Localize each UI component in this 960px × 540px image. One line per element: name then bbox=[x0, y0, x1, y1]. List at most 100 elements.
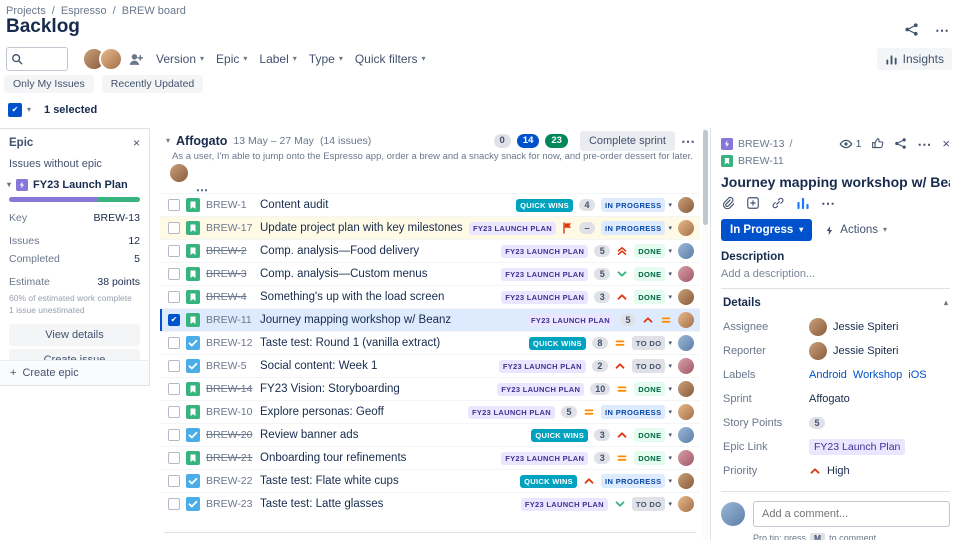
actions-dropdown[interactable]: Actions ▾ bbox=[824, 224, 887, 236]
avatar[interactable] bbox=[99, 47, 123, 71]
add-child-icon[interactable] bbox=[746, 196, 760, 210]
status-dropdown[interactable]: DONE ▾ bbox=[634, 382, 672, 396]
assignee-avatar[interactable] bbox=[678, 312, 694, 328]
issue-summary[interactable]: Comp. analysis—Food delivery bbox=[260, 245, 495, 257]
issue-key[interactable]: BREW-1 bbox=[206, 199, 254, 211]
issue-row[interactable]: BREW-14 FY23 Vision: Storyboarding FY23 LA… bbox=[160, 377, 700, 400]
issue-checkbox[interactable] bbox=[168, 314, 180, 326]
epic-badge[interactable]: FY23 LAUNCH PLAN bbox=[501, 290, 589, 304]
issue-row[interactable]: BREW-2 Comp. analysis—Food delivery FY23 L… bbox=[160, 239, 700, 262]
issue-checkbox[interactable] bbox=[168, 383, 180, 395]
sprint-more-icon[interactable]: ⋯ bbox=[681, 134, 696, 148]
epic-badge[interactable]: FY23 LAUNCH PLAN bbox=[501, 244, 589, 258]
issue-key[interactable]: BREW-2 bbox=[206, 245, 254, 257]
description-placeholder[interactable]: Add a description... bbox=[721, 268, 950, 280]
share-icon[interactable] bbox=[894, 137, 907, 150]
assignee-avatar[interactable] bbox=[678, 243, 694, 259]
version-filter[interactable]: Version ▾ bbox=[156, 52, 204, 66]
epic-link-chip[interactable]: FY23 Launch Plan bbox=[809, 439, 906, 455]
assignee-avatar[interactable] bbox=[678, 197, 694, 213]
type-filter[interactable]: Type ▾ bbox=[309, 52, 343, 66]
status-dropdown[interactable]: DONE ▾ bbox=[634, 267, 672, 281]
issue-key[interactable]: BREW-4 bbox=[206, 291, 254, 303]
epic-badge[interactable]: QUICK WINS bbox=[529, 336, 586, 350]
issue-row[interactable]: BREW-23 Taste test: Latte glasses FY23 LAU… bbox=[160, 492, 700, 515]
status-dropdown[interactable]: TO DO ▾ bbox=[631, 497, 672, 511]
epic-filter[interactable]: Epic ▾ bbox=[216, 52, 247, 66]
parent-epic-key[interactable]: BREW-13 bbox=[738, 138, 785, 150]
complete-sprint-button[interactable]: Complete sprint bbox=[579, 131, 675, 151]
issue-summary[interactable]: Comp. analysis—Custom menus bbox=[260, 268, 495, 280]
issue-key[interactable]: BREW-5 bbox=[206, 360, 254, 372]
assignee-avatar[interactable] bbox=[678, 404, 694, 420]
issue-row[interactable]: BREW-11 Journey mapping workshop w/ Beanz… bbox=[160, 308, 700, 331]
epic-badge[interactable]: FY23 LAUNCH PLAN bbox=[501, 267, 589, 281]
issue-summary[interactable]: Taste test: Flate white cups bbox=[260, 475, 514, 487]
issue-key[interactable]: BREW-14 bbox=[206, 383, 254, 395]
issue-checkbox[interactable] bbox=[168, 222, 180, 234]
issue-key[interactable]: BREW-12 bbox=[206, 337, 254, 349]
assignee-avatar[interactable] bbox=[678, 220, 694, 236]
issue-key[interactable]: BREW-20 bbox=[206, 429, 254, 441]
epic-item-fy23[interactable]: ▾ FY23 Launch Plan bbox=[0, 174, 149, 193]
issue-summary[interactable]: Social content: Week 1 bbox=[260, 360, 493, 372]
issue-row[interactable]: BREW-10 Explore personas: Geoff FY23 LAUNC… bbox=[160, 400, 700, 423]
recently-updated-chip[interactable]: Recently Updated bbox=[101, 75, 204, 93]
issue-row[interactable]: BREW-12 Taste test: Round 1 (vanilla extr… bbox=[160, 331, 700, 354]
issue-checkbox[interactable] bbox=[168, 452, 180, 464]
issue-checkbox[interactable] bbox=[168, 498, 180, 510]
issue-key[interactable]: BREW-21 bbox=[206, 452, 254, 464]
link-icon[interactable] bbox=[771, 196, 785, 210]
status-dropdown[interactable]: DONE ▾ bbox=[634, 290, 672, 304]
sprint-value[interactable]: Affogato bbox=[809, 393, 850, 405]
issue-checkbox[interactable] bbox=[168, 199, 180, 211]
only-my-issues-chip[interactable]: Only My Issues bbox=[4, 75, 94, 93]
priority-value[interactable]: High bbox=[809, 465, 850, 477]
breadcrumb-board[interactable]: BREW board bbox=[122, 5, 186, 17]
more-icon[interactable]: ⋯ bbox=[917, 137, 932, 151]
create-epic-button[interactable]: + Create epic bbox=[0, 360, 149, 385]
epic-badge[interactable]: QUICK WINS bbox=[531, 428, 589, 442]
reporter-value[interactable]: Jessie Spiteri bbox=[809, 342, 898, 360]
epic-badge[interactable]: FY23 LAUNCH PLAN bbox=[468, 405, 555, 419]
status-dropdown[interactable]: IN PROGRESS ▾ bbox=[600, 198, 672, 212]
select-all-checkbox[interactable] bbox=[8, 103, 22, 117]
issue-checkbox[interactable] bbox=[168, 360, 180, 372]
label-link[interactable]: Android bbox=[809, 369, 847, 381]
issue-summary[interactable]: FY23 Vision: Storyboarding bbox=[260, 383, 491, 395]
issue-row[interactable]: BREW-3 Comp. analysis—Custom menus FY23 LA… bbox=[160, 262, 700, 285]
assignee-avatar[interactable] bbox=[678, 496, 694, 512]
epic-badge[interactable]: FY23 LAUNCH PLAN bbox=[520, 497, 608, 511]
status-dropdown[interactable]: IN PROGRESS ▾ bbox=[600, 221, 672, 235]
comment-input[interactable] bbox=[753, 501, 950, 527]
issue-checkbox[interactable] bbox=[168, 245, 180, 257]
status-dropdown[interactable]: DONE ▾ bbox=[634, 428, 672, 442]
label-link[interactable]: iOS bbox=[908, 369, 926, 381]
issue-summary[interactable]: Taste test: Round 1 (vanilla extract) bbox=[260, 337, 523, 349]
issue-row[interactable]: BREW-1 Content audit QUICK WINS 4 IN PROGRES… bbox=[160, 193, 700, 216]
status-dropdown[interactable]: IN PROGRESS ▾ bbox=[600, 405, 672, 419]
assignee-avatar[interactable] bbox=[678, 358, 694, 374]
issue-checkbox[interactable] bbox=[168, 337, 180, 349]
issue-checkbox[interactable] bbox=[168, 429, 180, 441]
label-filter[interactable]: Label ▾ bbox=[259, 52, 296, 66]
issue-summary[interactable]: Review banner ads bbox=[260, 429, 525, 441]
board-search-input[interactable] bbox=[26, 53, 66, 65]
issue-checkbox[interactable] bbox=[168, 291, 180, 303]
assignee-avatar[interactable] bbox=[678, 335, 694, 351]
status-dropdown[interactable]: IN PROGRESS ▾ bbox=[600, 474, 672, 488]
avatar[interactable] bbox=[170, 164, 188, 182]
status-dropdown[interactable]: In Progress ▾ bbox=[721, 219, 813, 241]
issue-row[interactable]: BREW-4 Something's up with the load scree… bbox=[160, 285, 700, 308]
like-icon[interactable] bbox=[871, 137, 884, 150]
issue-summary[interactable]: Onboarding tour refinements bbox=[260, 452, 495, 464]
issue-key[interactable]: BREW-17 bbox=[206, 222, 254, 234]
issue-row[interactable]: BREW-17 Update project plan with key mile… bbox=[160, 216, 700, 239]
assignee-avatar[interactable] bbox=[678, 473, 694, 489]
insights-button[interactable]: Insights bbox=[876, 48, 952, 70]
issue-summary[interactable]: Update project plan with key milestones bbox=[260, 222, 463, 234]
status-dropdown[interactable]: TO DO ▾ bbox=[631, 336, 672, 350]
attach-icon[interactable] bbox=[721, 196, 735, 210]
chart-icon[interactable] bbox=[796, 196, 810, 210]
issue-row[interactable]: BREW-22 Taste test: Flate white cups QUICK… bbox=[160, 469, 700, 492]
